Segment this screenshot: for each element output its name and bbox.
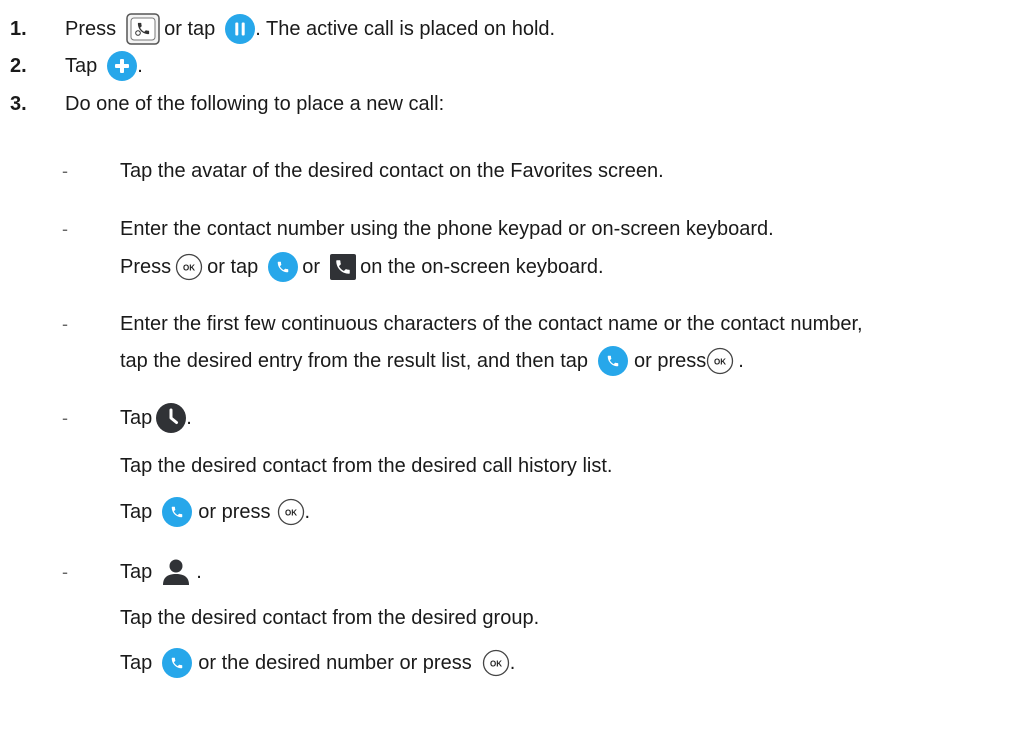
step-text: . The active call is placed on hold.: [255, 17, 556, 40]
option-text: or: [302, 255, 321, 278]
ok-key-icon: OK: [706, 347, 734, 375]
step-text: or tap: [164, 17, 216, 40]
option-text: or press: [198, 500, 271, 523]
option-1-text: Tap the avatar of the desired contact on…: [120, 153, 664, 189]
option-text: or the desired number or press: [198, 651, 472, 674]
ok-key-icon: OK: [482, 649, 510, 677]
option-text: Enter the contact number using the phone…: [120, 217, 774, 240]
step-number: 1.: [10, 17, 27, 40]
option-5-line-3: Tap or the desired number or press OK .: [120, 645, 515, 681]
option-dash: -: [62, 561, 68, 582]
option-text: or press: [634, 349, 707, 372]
plus-icon: [107, 51, 138, 81]
step-number: 3.: [10, 92, 27, 115]
option-3-line-2: tap the desired entry from the result li…: [120, 343, 744, 379]
option-text: Tap: [120, 406, 153, 429]
option-dash: -: [62, 313, 68, 334]
option-2-line-2: Press OK or tap or on the on-screen keyb…: [120, 249, 604, 285]
call-icon: [162, 497, 193, 527]
call-icon: [162, 648, 193, 678]
ok-key-label: OK: [285, 509, 297, 518]
option-text: Press: [120, 255, 172, 278]
step-text: Do one of the following to place a new c…: [65, 92, 445, 115]
option-4-line-3: Tap or press OK .: [120, 494, 310, 530]
option-5-line-1: Tap .: [120, 554, 202, 590]
option-text: on the on-screen keyboard.: [360, 255, 604, 278]
hold-key-icon: [126, 13, 160, 45]
option-text: tap the desired entry from the result li…: [120, 349, 589, 372]
step-text: .: [137, 54, 143, 77]
ok-key-label: OK: [490, 660, 502, 669]
option-3-line-1: Enter the first few continuous character…: [120, 306, 863, 342]
step-text: Press: [65, 17, 117, 40]
option-5-line-2: Tap the desired contact from the desired…: [120, 600, 539, 636]
ok-key-icon: OK: [277, 498, 305, 526]
option-4-line-1: Tap .: [120, 400, 192, 436]
option-2-line-1: Enter the contact number using the phone…: [120, 211, 774, 247]
option-text: Enter the first few continuous character…: [120, 312, 863, 335]
step-2-text: Tap .: [65, 48, 143, 84]
option-dash: -: [62, 407, 68, 428]
option-text: .: [738, 349, 744, 372]
option-text: Tap: [120, 500, 153, 523]
call-icon: [268, 252, 299, 282]
option-text: Tap: [120, 651, 153, 674]
option-text: .: [196, 560, 202, 583]
option-dash: -: [62, 218, 68, 239]
option-4-line-2: Tap the desired contact from the desired…: [120, 448, 612, 484]
option-text: Tap: [120, 560, 153, 583]
option-text: .: [509, 651, 516, 674]
step-number: 2.: [10, 54, 27, 77]
option-text: Tap the avatar of the desired contact on…: [120, 159, 664, 182]
contact-icon: [162, 559, 190, 585]
option-text: or tap: [207, 255, 259, 278]
ok-key-label: OK: [714, 358, 726, 367]
option-text: .: [304, 500, 311, 523]
ok-key-icon: OK: [175, 253, 203, 281]
call-icon: [598, 346, 629, 376]
keyboard-call-icon: [330, 254, 357, 280]
history-icon: [156, 403, 187, 433]
option-dash: -: [62, 160, 68, 181]
step-3-text: Do one of the following to place a new c…: [65, 86, 444, 122]
option-text: Tap the desired contact from the desired…: [120, 606, 540, 629]
step-text: Tap: [65, 54, 98, 77]
ok-key-label: OK: [183, 264, 195, 273]
option-text: .: [186, 406, 192, 429]
option-text: Tap the desired contact from the desired…: [120, 454, 613, 477]
step-1-text: Press or tap . The active call is placed…: [65, 11, 555, 47]
pause-icon: [225, 14, 256, 44]
